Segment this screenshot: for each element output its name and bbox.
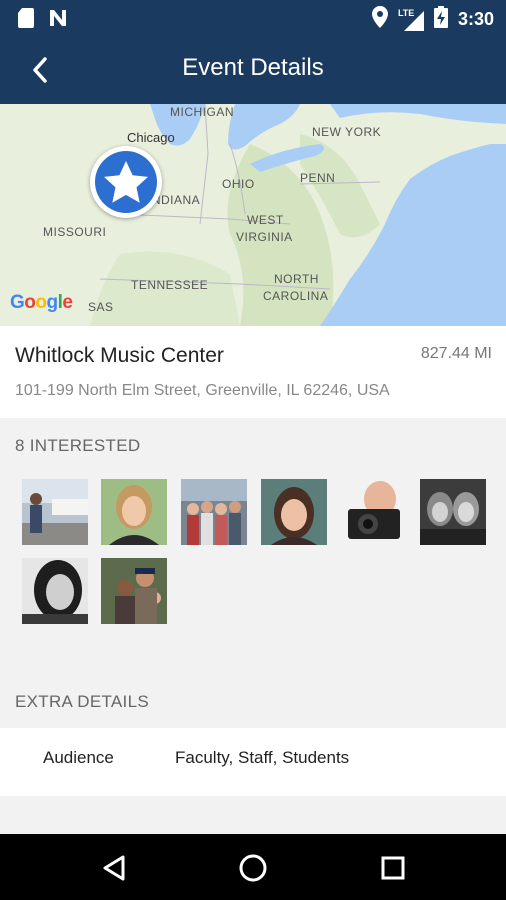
nav-back-button[interactable] — [97, 851, 131, 885]
detail-row: Audience Faculty, Staff, Students — [0, 728, 506, 796]
map-label-new-york: NEW YORK — [312, 125, 382, 139]
venue-name: Whitlock Music Center — [15, 344, 224, 367]
avatar[interactable] — [101, 558, 167, 624]
event-marker[interactable] — [90, 146, 162, 218]
system-nav-bar — [0, 834, 506, 900]
map-label-penn: PENN — [300, 171, 336, 185]
app-bar: Event Details — [0, 36, 506, 104]
battery-charging-icon — [433, 6, 448, 33]
avatar[interactable] — [420, 479, 486, 545]
extra-details-header: EXTRA DETAILS — [15, 692, 149, 711]
map-label-michigan: MICHIGAN — [170, 105, 234, 119]
map-label-chicago: Chicago — [127, 130, 175, 145]
map-label-sas: SAS — [88, 300, 114, 314]
map-label-tennessee: TENNESSEE — [131, 278, 209, 292]
nav-home-button[interactable] — [236, 851, 270, 885]
status-bar: LTE 3:30 — [0, 0, 506, 36]
star-icon — [104, 161, 148, 203]
venue-address: 101-199 North Elm Street, Greenville, IL… — [15, 382, 390, 399]
venue-card[interactable]: Whitlock Music Center 827.44 MI 101-199 … — [0, 326, 506, 418]
map-label-north: NORTH — [274, 272, 319, 286]
avatar[interactable] — [181, 479, 247, 545]
status-time: 3:30 — [457, 9, 494, 29]
back-triangle-icon — [103, 855, 125, 881]
google-logo: Google — [10, 292, 73, 313]
map-label-missouri: MISSOURI — [43, 225, 107, 239]
avatar[interactable] — [340, 479, 406, 545]
avatar[interactable] — [101, 479, 167, 545]
n-notification-icon — [48, 8, 68, 33]
back-button[interactable] — [22, 52, 58, 88]
home-circle-icon — [239, 854, 267, 882]
map-label-west: WEST — [247, 213, 284, 227]
venue-distance: 827.44 MI — [420, 345, 492, 362]
detail-value: Faculty, Staff, Students — [175, 748, 350, 767]
signal-icon: LTE — [398, 8, 424, 31]
interested-header: 8 INTERESTED — [15, 436, 141, 455]
event-map[interactable]: MICHIGAN NEW YORK Chicago OHIO PENN INDI… — [0, 104, 506, 326]
map-label-virginia: VIRGINIA — [236, 230, 293, 244]
detail-key: Audience — [43, 748, 114, 767]
map-label-ohio: OHIO — [222, 177, 255, 191]
avatar[interactable] — [22, 479, 88, 545]
page-title: Event Details — [182, 54, 324, 81]
avatar[interactable] — [261, 479, 327, 545]
map-label-carolina: CAROLINA — [263, 289, 329, 303]
recents-square-icon — [381, 856, 405, 880]
avatar[interactable] — [22, 558, 88, 624]
sd-card-icon — [18, 8, 34, 33]
location-icon — [371, 6, 388, 33]
chevron-left-icon — [33, 57, 47, 83]
nav-recents-button[interactable] — [376, 851, 410, 885]
